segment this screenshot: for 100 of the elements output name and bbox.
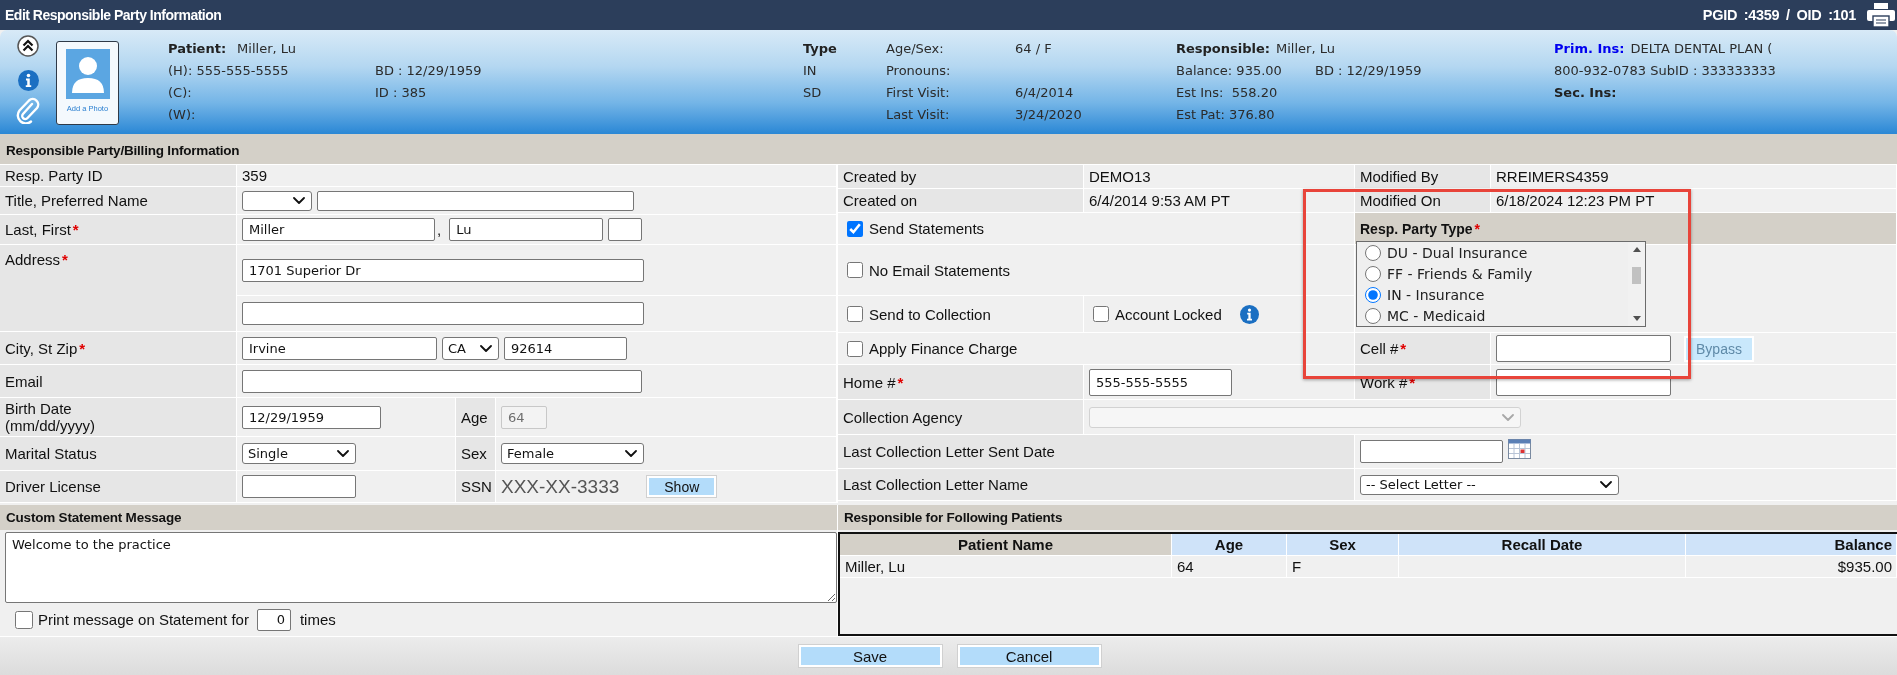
checkbox[interactable]: [847, 220, 863, 237]
zip-field[interactable]: 92614: [504, 336, 627, 360]
field-label: Sec. Ins:: [1554, 84, 1617, 100]
responsible-name: Miller, Lu: [1276, 40, 1335, 56]
cell-phone-field[interactable]: [1496, 335, 1671, 362]
field-label: Pronouns:: [886, 62, 951, 78]
field-label: Home #*: [838, 365, 1084, 400]
patient-name: Miller, Lu: [237, 40, 297, 56]
city-field[interactable]: Irvine: [242, 336, 437, 360]
radio-button[interactable]: [1365, 265, 1381, 282]
count-field[interactable]: 0: [256, 608, 291, 631]
marital-status-select[interactable]: Single: [242, 443, 356, 464]
first-name-field[interactable]: Lu: [449, 218, 604, 241]
checkbox-label: Account Locked: [1115, 305, 1222, 323]
column-header[interactable]: Sex: [1287, 534, 1399, 556]
field-label: Created by: [838, 165, 1084, 189]
suffix-field[interactable]: [608, 218, 643, 241]
scroll-up-icon[interactable]: [1632, 247, 1641, 252]
section-header: Responsible for Following Patients: [838, 505, 1897, 530]
column-header[interactable]: Patient Name: [840, 534, 1172, 556]
column-header[interactable]: Age: [1172, 534, 1287, 556]
table-cell: Miller, Lu: [840, 556, 1172, 578]
radio-button[interactable]: [1365, 286, 1381, 303]
insurance-name: DELTA DENTAL PLAN (: [1630, 40, 1773, 56]
checkbox[interactable]: [1093, 306, 1109, 322]
address-field[interactable]: [242, 302, 644, 325]
table-cell: 64: [1172, 556, 1287, 578]
scroll-thumb[interactable]: [1632, 267, 1641, 284]
chevron-down-icon: [1600, 481, 1612, 488]
patient-detail: BD : 12/29/1959: [375, 62, 482, 78]
printer-icon[interactable]: [1866, 2, 1896, 28]
field-label: Marital Status: [0, 437, 237, 471]
window-title: Edit Responsible Party Information: [5, 7, 222, 23]
scroll-down-icon[interactable]: [1632, 316, 1641, 321]
field-label: SSN: [456, 471, 496, 503]
column-header[interactable]: Recall Date: [1399, 534, 1686, 556]
chevron-down-icon: [1502, 413, 1514, 421]
last-name-field[interactable]: Miller: [242, 218, 435, 241]
sex-select[interactable]: Female: [501, 443, 644, 464]
double-chevron-up-icon[interactable]: [17, 35, 39, 57]
info-icon[interactable]: [1239, 304, 1259, 324]
field-label: Email: [0, 365, 237, 398]
message-field[interactable]: Welcome to the practice: [5, 532, 837, 603]
title-select[interactable]: [242, 190, 312, 211]
section-header: Custom Statement Message: [0, 505, 837, 530]
field-label: Birth Date (mm/dd/yyyy): [0, 398, 237, 437]
field-label: Collection Agency: [838, 400, 1084, 435]
checkbox[interactable]: [847, 340, 863, 357]
option-label: FF - Friends & Family: [1387, 265, 1533, 282]
birth-date-field[interactable]: 12/29/1959: [242, 405, 381, 429]
state-select[interactable]: CA: [442, 336, 499, 360]
home-phone-field[interactable]: 555-555-5555: [1089, 368, 1232, 396]
field-label: Title, Preferred Name: [0, 187, 237, 215]
field-label: Prim. Ins:: [1554, 40, 1625, 56]
letter-select[interactable]: -- Select Letter --: [1360, 474, 1619, 495]
field-label: First Visit:: [886, 84, 950, 100]
radio-list[interactable]: DU - Dual Insurance FF - Friends & Family IN - Insurance MC - Medicaid: [1356, 241, 1646, 327]
field-label: Address*: [0, 245, 237, 332]
field-value: 6/4/2014: [1015, 84, 1074, 100]
email-field[interactable]: [242, 369, 642, 393]
table-cell: $935.00: [1686, 556, 1897, 578]
calendar-icon[interactable]: [1508, 439, 1531, 459]
paperclip-icon[interactable]: [15, 96, 41, 124]
driver-license-field[interactable]: [242, 475, 356, 498]
field-value: 64 / F: [1015, 40, 1052, 56]
field-value: DEMO13: [1084, 165, 1355, 189]
field-value: 359: [237, 165, 837, 187]
checkbox-label: Print message on Statement for: [38, 611, 249, 628]
checkbox[interactable]: [847, 262, 863, 278]
field-label: Driver License: [0, 471, 237, 503]
footer-button[interactable]: Save: [798, 645, 942, 667]
field-label: Age/Sex:: [886, 40, 944, 56]
field-label: Last Collection Letter Sent Date: [838, 435, 1355, 469]
phone-number: (W):: [168, 106, 196, 122]
address-field[interactable]: 1701 Superior Dr: [242, 258, 644, 282]
date-field[interactable]: [1360, 440, 1503, 463]
insurance-detail: 800-932-0783 SubID : 333333333: [1554, 62, 1776, 78]
preferred-name-field[interactable]: [317, 190, 634, 211]
type-code: IN: [803, 62, 817, 78]
field-label: Resp. Party ID: [0, 165, 237, 187]
show-button[interactable]: Show: [647, 476, 717, 497]
checkbox[interactable]: [15, 610, 33, 629]
option-label: DU - Dual Insurance: [1387, 244, 1528, 261]
birth-date: BD : 12/29/1959: [1315, 62, 1422, 78]
checkbox[interactable]: [847, 306, 863, 322]
field-label: Modified By: [1355, 165, 1491, 189]
radio-button[interactable]: [1365, 307, 1381, 324]
count-suffix: times: [299, 611, 336, 628]
field-label: Cell #*: [1355, 333, 1491, 365]
chevron-down-icon: [337, 450, 349, 457]
field-value: 6/4/2014 9:53 AM PT: [1084, 189, 1355, 213]
chevron-down-icon: [293, 197, 305, 204]
info-icon[interactable]: [17, 70, 39, 91]
footer-button[interactable]: Cancel: [957, 645, 1101, 667]
group-header: Resp. Party Type*: [1355, 213, 1897, 245]
field-label: Responsible:: [1176, 40, 1271, 56]
person-silhouette-icon: [65, 49, 110, 99]
table-cell: F: [1287, 556, 1399, 578]
column-header[interactable]: Balance: [1686, 534, 1897, 556]
radio-button[interactable]: [1365, 244, 1381, 261]
